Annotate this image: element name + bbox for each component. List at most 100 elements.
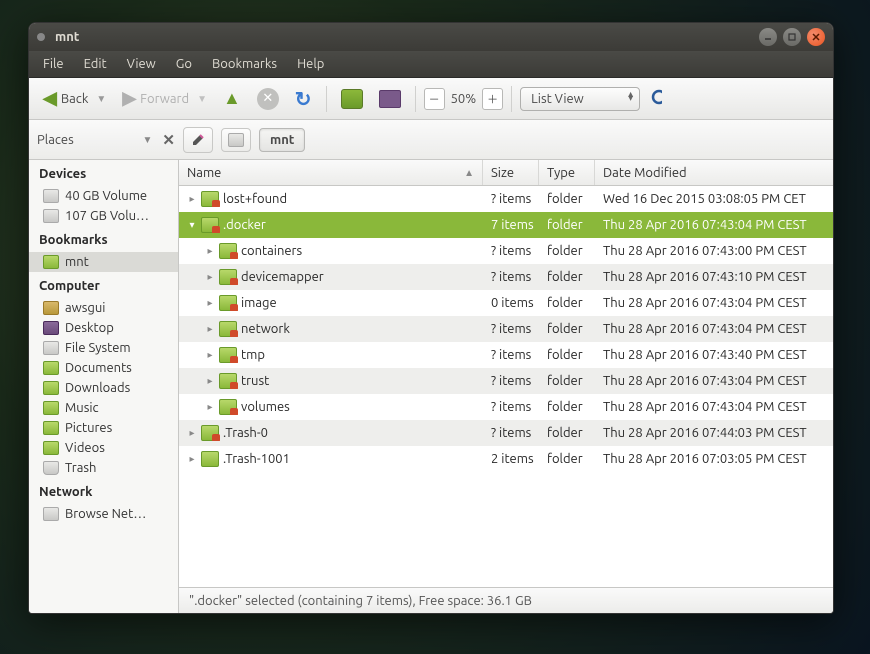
file-name: devicemapper: [241, 270, 324, 284]
sort-asc-icon: ▲: [464, 167, 474, 179]
breadcrumb-mnt[interactable]: mnt: [259, 128, 305, 152]
edit-path-button[interactable]: [183, 127, 213, 153]
sidebar-item-trash[interactable]: Trash: [29, 458, 178, 478]
cell-type: folder: [539, 270, 595, 284]
expand-icon[interactable]: ▸: [187, 427, 197, 439]
file-row-volumes[interactable]: ▸volumes? itemsfolderThu 28 Apr 2016 07:…: [179, 394, 833, 420]
file-rows[interactable]: ▸lost+found? itemsfolderWed 16 Dec 2015 …: [179, 186, 833, 587]
file-row--Trash-0[interactable]: ▸.Trash-0? itemsfolderThu 28 Apr 2016 07…: [179, 420, 833, 446]
cell-size: ? items: [483, 348, 539, 362]
sidebar-item-label: File System: [65, 341, 131, 355]
cell-name: ▸image: [179, 295, 483, 311]
sidebar-item-label: Trash: [65, 461, 96, 475]
file-row-lost-found[interactable]: ▸lost+found? itemsfolderWed 16 Dec 2015 …: [179, 186, 833, 212]
close-button[interactable]: [807, 28, 825, 46]
file-name: .Trash-1001: [223, 452, 290, 466]
zoom-in-button[interactable]: ＋: [482, 88, 503, 110]
toolbar: ◀ Back ▼ ▶ Forward ▼ ▲ ✕ ↻ － 50% ＋ List …: [29, 78, 833, 120]
up-arrow-icon: ▲: [223, 88, 241, 109]
menu-edit[interactable]: Edit: [74, 53, 117, 75]
expand-icon[interactable]: ▸: [187, 193, 197, 205]
file-row-image[interactable]: ▸image0 itemsfolderThu 28 Apr 2016 07:43…: [179, 290, 833, 316]
cell-size: ? items: [483, 270, 539, 284]
expand-icon[interactable]: ▸: [205, 349, 215, 361]
drive-icon: [43, 507, 59, 521]
cell-size: ? items: [483, 374, 539, 388]
sidebar-item-documents[interactable]: Documents: [29, 358, 178, 378]
maximize-button[interactable]: [783, 28, 801, 46]
places-selector[interactable]: Places ▼ ✕: [37, 131, 175, 149]
view-mode-select[interactable]: List View: [520, 87, 640, 111]
sidebar-item-awsgui[interactable]: awsgui: [29, 298, 178, 318]
sidebar-item-label: Downloads: [65, 381, 130, 395]
sidebar-item-label: Documents: [65, 361, 132, 375]
folder-icon: [43, 381, 59, 395]
file-name: .docker: [223, 218, 266, 232]
expand-icon[interactable]: ▾: [187, 219, 197, 231]
cell-type: folder: [539, 426, 595, 440]
file-row--Trash-1001[interactable]: ▸.Trash-10012 itemsfolderThu 28 Apr 2016…: [179, 446, 833, 472]
sidebar-item-file-system[interactable]: File System: [29, 338, 178, 358]
window-controls: [759, 28, 825, 46]
cell-name: ▸lost+found: [179, 191, 483, 207]
sidebar-item-desktop[interactable]: Desktop: [29, 318, 178, 338]
pencil-icon: [190, 132, 206, 148]
expand-icon[interactable]: ▸: [205, 297, 215, 309]
file-row-tmp[interactable]: ▸tmp? itemsfolderThu 28 Apr 2016 07:43:4…: [179, 342, 833, 368]
expand-icon[interactable]: ▸: [205, 271, 215, 283]
zoom-out-button[interactable]: －: [424, 88, 445, 110]
expand-icon[interactable]: ▸: [187, 453, 197, 465]
back-button[interactable]: ◀ Back ▼: [37, 85, 112, 112]
file-row-network[interactable]: ▸network? itemsfolderThu 28 Apr 2016 07:…: [179, 316, 833, 342]
column-name[interactable]: Name▲: [179, 160, 483, 185]
expand-icon[interactable]: ▸: [205, 375, 215, 387]
column-size[interactable]: Size: [483, 160, 539, 185]
menu-go[interactable]: Go: [166, 53, 202, 75]
sidebar-item-browse-net-[interactable]: Browse Net…: [29, 504, 178, 524]
cell-name: ▸ .Trash-1001: [179, 451, 483, 467]
up-button[interactable]: ▲: [217, 85, 247, 112]
menu-help[interactable]: Help: [287, 53, 334, 75]
close-places-icon[interactable]: ✕: [162, 131, 175, 149]
titlebar[interactable]: mnt: [29, 23, 833, 51]
forward-button[interactable]: ▶ Forward ▼: [116, 85, 213, 112]
reload-button[interactable]: ↻: [289, 84, 318, 114]
separator: [326, 86, 327, 112]
drive-icon: [228, 133, 244, 147]
column-date[interactable]: Date Modified: [595, 160, 833, 185]
file-row--docker[interactable]: ▾.docker7 itemsfolderThu 28 Apr 2016 07:…: [179, 212, 833, 238]
cell-name: ▸.Trash-0: [179, 425, 483, 441]
expand-icon[interactable]: ▸: [205, 245, 215, 257]
sidebar-item-40-gb-volume[interactable]: 40 GB Volume: [29, 186, 178, 206]
home-button[interactable]: [335, 86, 369, 112]
sidebar-item-downloads[interactable]: Downloads: [29, 378, 178, 398]
sidebar-item-mnt[interactable]: mnt: [29, 252, 178, 272]
back-dropdown-icon[interactable]: ▼: [96, 93, 106, 105]
folder-icon: [219, 399, 237, 415]
sidebar[interactable]: Devices40 GB Volume107 GB Volu…Bookmarks…: [29, 160, 179, 613]
home-icon: [43, 301, 59, 315]
menu-view[interactable]: View: [117, 53, 166, 75]
menu-file[interactable]: File: [33, 53, 74, 75]
file-row-devicemapper[interactable]: ▸devicemapper? itemsfolderThu 28 Apr 201…: [179, 264, 833, 290]
expand-icon[interactable]: ▸: [205, 323, 215, 335]
sidebar-item-107-gb-volu-[interactable]: 107 GB Volu…: [29, 206, 178, 226]
computer-button[interactable]: [373, 87, 407, 111]
content-area: Devices40 GB Volume107 GB Volu…Bookmarks…: [29, 160, 833, 613]
stop-button[interactable]: ✕: [251, 85, 285, 113]
file-row-trust[interactable]: ▸trust? itemsfolderThu 28 Apr 2016 07:43…: [179, 368, 833, 394]
path-drive-button[interactable]: [221, 128, 251, 152]
search-button[interactable]: [644, 87, 668, 111]
sidebar-item-label: Browse Net…: [65, 507, 146, 521]
sidebar-item-videos[interactable]: Videos: [29, 438, 178, 458]
cell-size: ? items: [483, 400, 539, 414]
sidebar-item-music[interactable]: Music: [29, 398, 178, 418]
minimize-button[interactable]: [759, 28, 777, 46]
file-row-containers[interactable]: ▸containers? itemsfolderThu 28 Apr 2016 …: [179, 238, 833, 264]
sidebar-item-pictures[interactable]: Pictures: [29, 418, 178, 438]
expand-icon[interactable]: ▸: [205, 401, 215, 413]
column-type[interactable]: Type: [539, 160, 595, 185]
drive-icon: [43, 341, 59, 355]
menu-bookmarks[interactable]: Bookmarks: [202, 53, 287, 75]
forward-dropdown-icon[interactable]: ▼: [197, 93, 207, 105]
